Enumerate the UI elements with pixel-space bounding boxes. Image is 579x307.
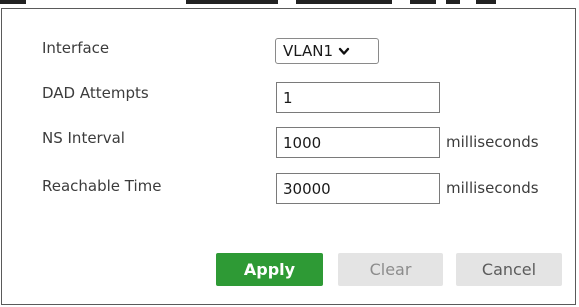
reachable-time-value: 30000 <box>283 179 331 198</box>
chevron-down-icon <box>338 45 350 57</box>
interface-label: Interface <box>42 39 110 57</box>
reachable-time-input[interactable]: 30000 <box>276 173 440 204</box>
dad-attempts-label: DAD Attempts <box>42 84 149 102</box>
reachable-time-label: Reachable Time <box>42 177 162 195</box>
ns-interval-input[interactable]: 1000 <box>276 127 440 158</box>
reachable-time-unit: milliseconds <box>446 179 539 197</box>
apply-button[interactable]: Apply <box>216 253 323 286</box>
interface-select-value: VLAN1 <box>283 42 333 60</box>
interface-select[interactable]: VLAN1 <box>275 38 379 64</box>
ns-interval-label: NS Interval <box>42 129 125 147</box>
ns-interval-unit: milliseconds <box>446 133 539 151</box>
dad-attempts-value: 1 <box>283 88 293 107</box>
ns-interval-value: 1000 <box>283 133 322 152</box>
clear-button[interactable]: Clear <box>338 253 443 286</box>
dad-attempts-input[interactable]: 1 <box>276 82 440 113</box>
cancel-button[interactable]: Cancel <box>456 253 562 286</box>
